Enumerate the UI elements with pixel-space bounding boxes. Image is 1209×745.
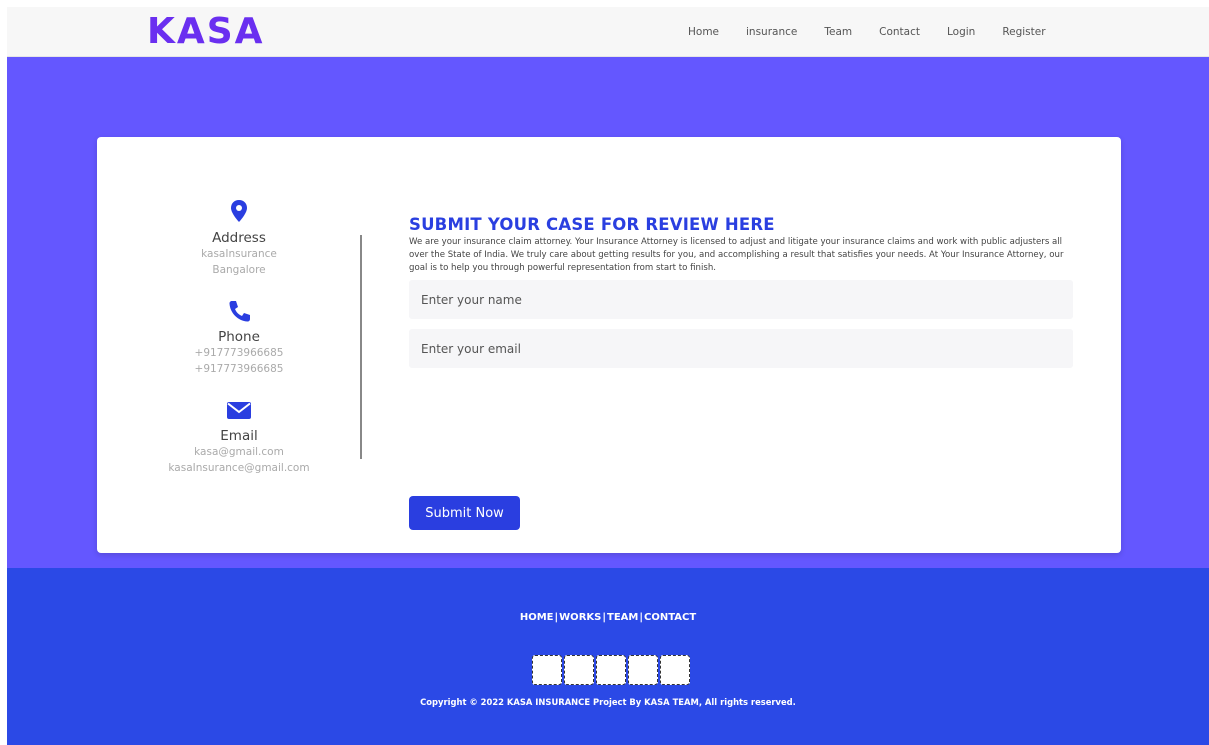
social-icon-5[interactable] bbox=[660, 655, 690, 685]
phone-line-2: +917773966685 bbox=[194, 363, 284, 375]
form-title: SUBMIT YOUR CASE FOR REVIEW HERE bbox=[409, 215, 775, 234]
nav-insurance-link[interactable]: insurance bbox=[746, 26, 797, 38]
email-title: Email bbox=[220, 428, 258, 444]
contact-card: Address kasaInsurance Bangalore Phone +9… bbox=[97, 137, 1121, 553]
email-line-2: kasaInsurance@gmail.com bbox=[168, 462, 310, 474]
page: KASA Home insurance Team Contact Login R… bbox=[7, 7, 1209, 745]
footer-team-link[interactable]: TEAM bbox=[607, 612, 638, 623]
hero-section: Address kasaInsurance Bangalore Phone +9… bbox=[7, 57, 1209, 568]
address-line-2: Bangalore bbox=[212, 264, 266, 276]
map-pin-icon bbox=[231, 200, 247, 222]
social-icon-4[interactable] bbox=[628, 655, 658, 685]
email-line-1: kasa@gmail.com bbox=[194, 446, 284, 458]
phone-title: Phone bbox=[218, 329, 260, 345]
phone-icon bbox=[229, 301, 250, 322]
footer-home-link[interactable]: HOME bbox=[520, 612, 554, 623]
nav-team-link[interactable]: Team bbox=[824, 26, 852, 38]
submit-button[interactable]: Submit Now bbox=[409, 496, 520, 530]
nav-contact-link[interactable]: Contact bbox=[879, 26, 920, 38]
case-form: SUBMIT YOUR CASE FOR REVIEW HERE We are … bbox=[409, 215, 1073, 369]
vertical-divider bbox=[360, 235, 362, 459]
phone-block: Phone +917773966685 +917773966685 bbox=[137, 296, 341, 377]
top-navbar: KASA Home insurance Team Contact Login R… bbox=[7, 7, 1209, 57]
footer-works-link[interactable]: WORKS bbox=[559, 612, 601, 623]
social-icon-3[interactable] bbox=[596, 655, 626, 685]
nav-register-link[interactable]: Register bbox=[1002, 26, 1045, 38]
envelope-icon bbox=[227, 402, 251, 419]
nav-login-link[interactable]: Login bbox=[947, 26, 975, 38]
social-icon-2[interactable] bbox=[564, 655, 594, 685]
contact-info-column: Address kasaInsurance Bangalore Phone +9… bbox=[137, 197, 341, 494]
phone-line-1: +917773966685 bbox=[194, 347, 284, 359]
footer-links: HOME|WORKS|TEAM|CONTACT bbox=[7, 612, 1209, 623]
address-line-1: kasaInsurance bbox=[201, 248, 277, 260]
main-nav: Home insurance Team Contact Login Regist… bbox=[688, 26, 1073, 38]
social-icons bbox=[532, 655, 690, 685]
site-logo[interactable]: KASA bbox=[147, 11, 265, 52]
address-block: Address kasaInsurance Bangalore bbox=[137, 197, 341, 278]
form-description: We are your insurance claim attorney. Yo… bbox=[409, 237, 1064, 273]
address-title: Address bbox=[212, 230, 266, 246]
email-block: Email kasa@gmail.com kasaInsurance@gmail… bbox=[137, 395, 341, 476]
nav-home-link[interactable]: Home bbox=[688, 26, 719, 38]
email-input[interactable] bbox=[409, 329, 1073, 369]
footer-contact-link[interactable]: CONTACT bbox=[644, 612, 696, 623]
copyright-text: Copyright © 2022 KASA INSURANCE Project … bbox=[420, 697, 796, 707]
name-input[interactable] bbox=[409, 280, 1073, 320]
social-icon-1[interactable] bbox=[532, 655, 562, 685]
footer: HOME|WORKS|TEAM|CONTACT Copyright © 2022… bbox=[7, 568, 1209, 745]
